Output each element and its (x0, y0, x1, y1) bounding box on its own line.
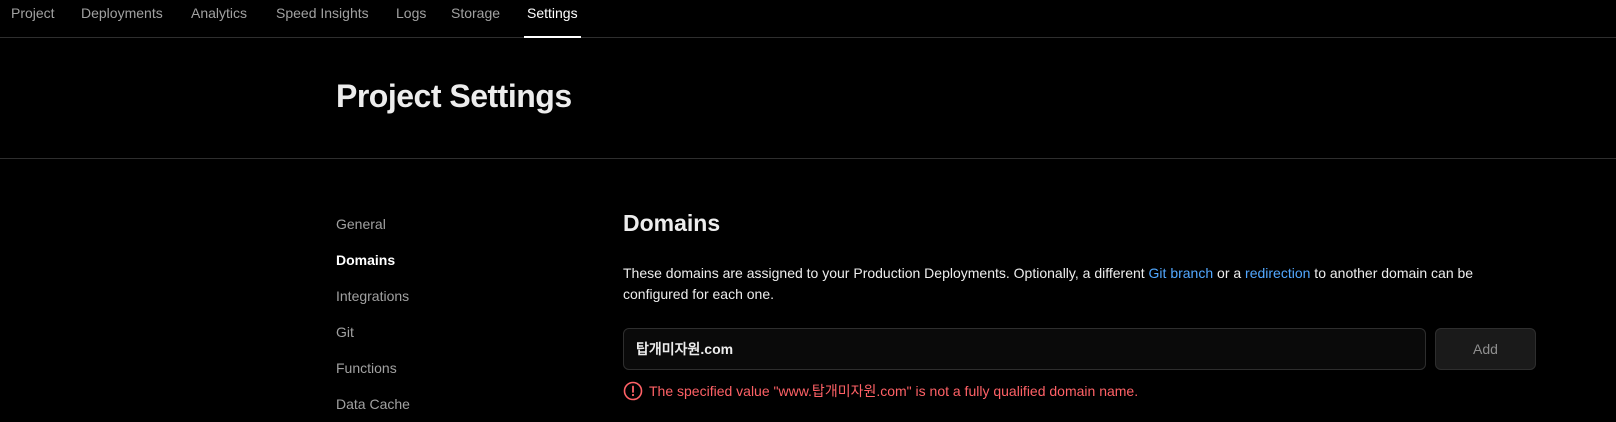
domain-input[interactable] (623, 328, 1426, 370)
sidebar-item-domains[interactable]: Domains (336, 252, 395, 268)
tab-project[interactable]: Project (11, 0, 55, 38)
sidebar-item-functions[interactable]: Functions (336, 360, 397, 376)
sidebar-item-git[interactable]: Git (336, 324, 354, 340)
add-domain-button[interactable]: Add (1435, 328, 1536, 370)
sidebar-item-general[interactable]: General (336, 216, 386, 232)
sidebar-item-integrations[interactable]: Integrations (336, 288, 409, 304)
tab-settings[interactable]: Settings (524, 0, 581, 38)
description-text-2: or a (1213, 265, 1246, 281)
sidebar-item-data-cache[interactable]: Data Cache (336, 396, 410, 412)
page-header: Project Settings (0, 38, 1616, 159)
error-circle-icon (623, 381, 643, 401)
git-branch-link[interactable]: Git branch (1149, 265, 1214, 281)
tab-deployments[interactable]: Deployments (81, 0, 163, 38)
page-title: Project Settings (336, 78, 572, 114)
tab-speed-insights[interactable]: Speed Insights (276, 0, 369, 38)
tab-analytics[interactable]: Analytics (191, 0, 247, 38)
section-title: Domains (623, 210, 721, 236)
error-message: The specified value "www.탑개미자원.com" is n… (623, 380, 1138, 402)
redirection-link[interactable]: redirection (1245, 265, 1310, 281)
tab-storage[interactable]: Storage (451, 0, 500, 38)
error-text: The specified value "www.탑개미자원.com" is n… (649, 383, 1139, 399)
top-navigation: Project Deployments Analytics Speed Insi… (0, 0, 1616, 38)
description-text-1: These domains are assigned to your Produ… (623, 265, 1149, 281)
tab-logs[interactable]: Logs (396, 0, 426, 38)
domains-description: These domains are assigned to your Produ… (623, 263, 1523, 305)
